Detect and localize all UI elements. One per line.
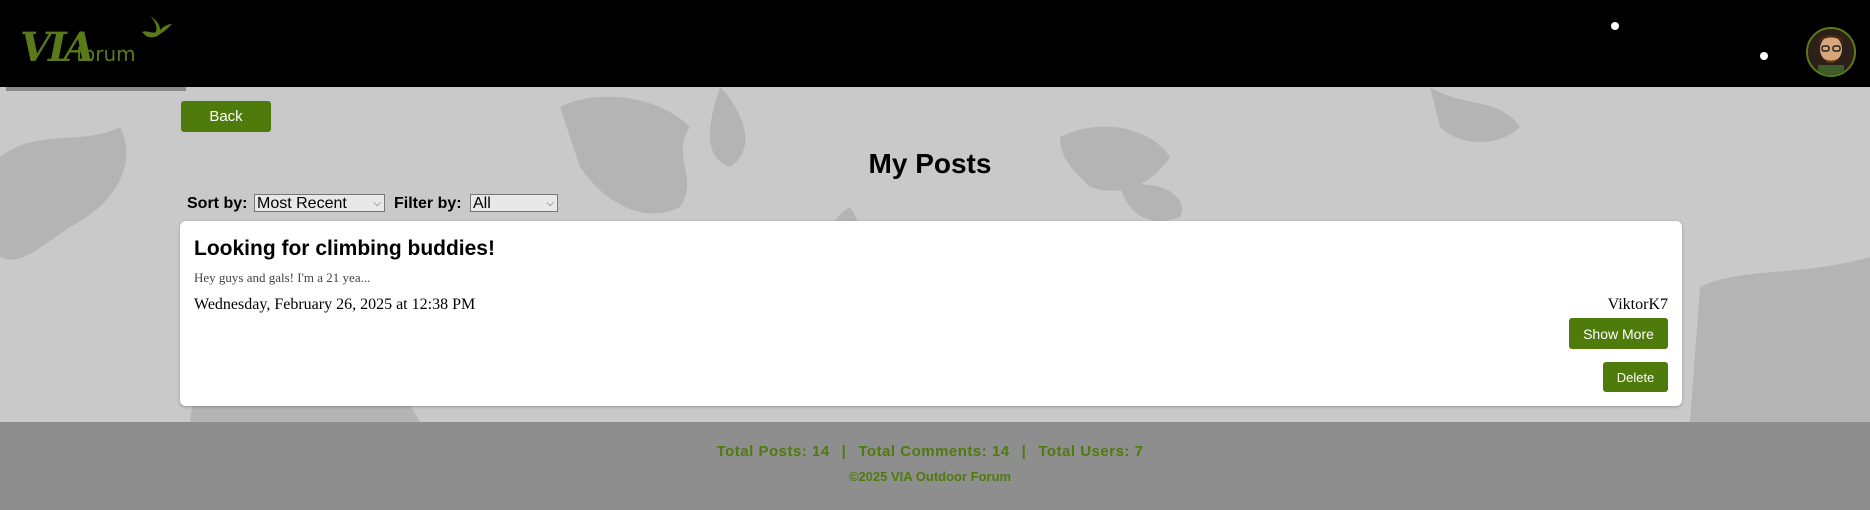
bird-icon bbox=[142, 16, 172, 38]
filter-select[interactable]: All ⌵ bbox=[470, 194, 558, 212]
post-author: ViktorK7 bbox=[1607, 296, 1668, 313]
post-date: Wednesday, February 26, 2025 at 12:38 PM bbox=[194, 296, 476, 313]
stat-separator: | bbox=[841, 443, 847, 460]
filter-label: Filter by: bbox=[394, 195, 462, 212]
total-users-stat: Total Users: 7 bbox=[1038, 443, 1144, 460]
post-card: Looking for climbing buddies! Hey guys a… bbox=[180, 221, 1682, 406]
chevron-down-icon: ⌵ bbox=[373, 198, 381, 209]
header-dot-2 bbox=[1760, 52, 1768, 60]
top-header: VIA forum bbox=[0, 0, 1870, 87]
sort-label: Sort by: bbox=[187, 195, 248, 212]
total-posts-stat: Total Posts: 14 bbox=[716, 443, 830, 460]
chevron-down-icon: ⌵ bbox=[546, 198, 554, 209]
footer: Total Posts: 14 | Total Comments: 14 | Total… bbox=[0, 422, 1870, 510]
sort-select-value: Most Recent bbox=[257, 195, 347, 212]
avatar-illustration bbox=[1808, 29, 1854, 75]
post-excerpt: Hey guys and gals! I'm a 21 yea... bbox=[194, 270, 371, 285]
logo-text-forum: forum bbox=[76, 42, 136, 66]
copyright-text: ©2025 VIA Outdoor Forum bbox=[848, 469, 1012, 484]
header-dot-1 bbox=[1611, 22, 1619, 30]
page-title: My Posts bbox=[868, 148, 992, 179]
post-title[interactable]: Looking for climbing buddies! bbox=[194, 237, 495, 261]
back-button[interactable]: Back bbox=[181, 101, 271, 132]
user-avatar-icon[interactable] bbox=[1806, 27, 1856, 77]
sort-select[interactable]: Most Recent ⌵ bbox=[254, 194, 385, 212]
show-more-button[interactable]: Show More bbox=[1569, 318, 1668, 349]
total-comments-stat: Total Comments: 14 bbox=[858, 443, 1010, 460]
footer-stats: Total Posts: 14 | Total Comments: 14 | Total… bbox=[0, 443, 1860, 460]
via-forum-logo[interactable]: VIA forum bbox=[20, 10, 180, 71]
filter-select-value: All bbox=[473, 195, 491, 212]
stat-separator: | bbox=[1021, 443, 1027, 460]
delete-button[interactable]: Delete bbox=[1603, 362, 1668, 392]
